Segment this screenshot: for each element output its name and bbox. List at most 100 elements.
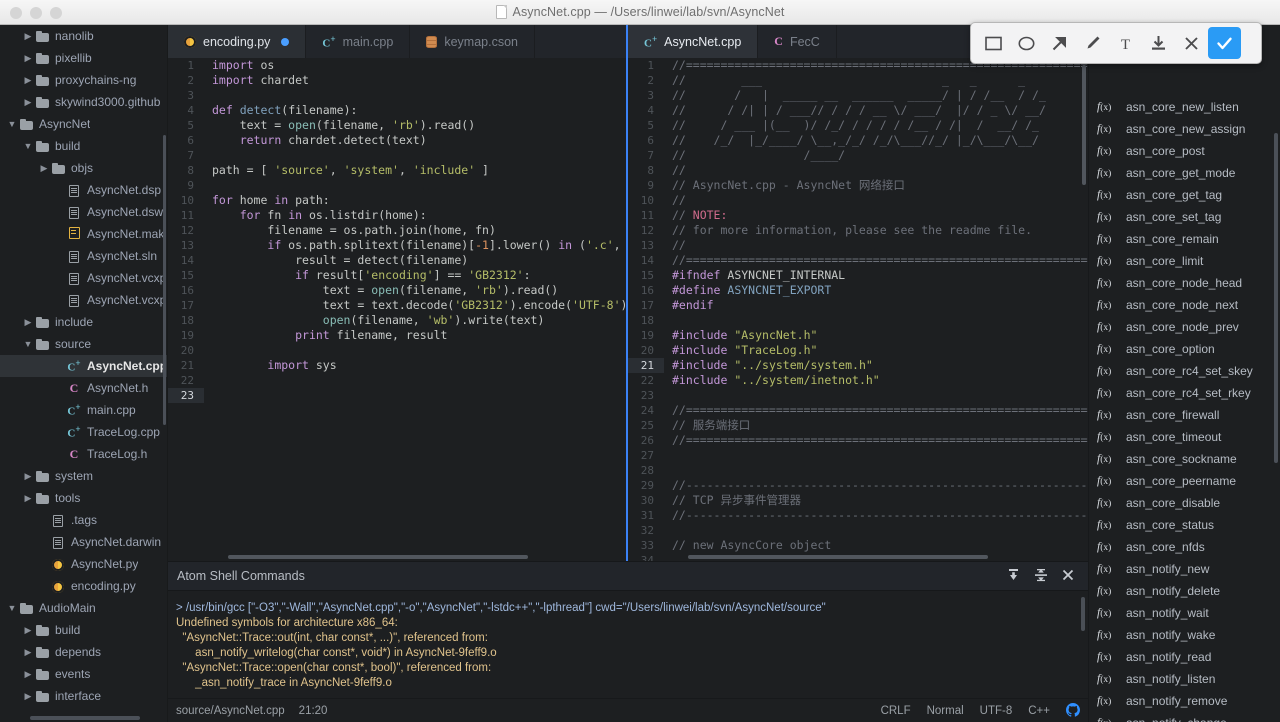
close-icon[interactable] (1062, 569, 1074, 583)
symbols-scrollbar[interactable] (1274, 133, 1278, 463)
symbol-item-asn_core_status[interactable]: f(x) asn_core_status (1089, 514, 1280, 536)
symbol-item-asn_core_rc4_set_rkey[interactable]: f(x) asn_core_rc4_set_rkey (1089, 382, 1280, 404)
tree-item-skywind3000-github[interactable]: ▶ skywind3000.github (0, 91, 167, 113)
status-encoding[interactable]: UTF-8 (980, 705, 1013, 717)
tab-encoding-py[interactable]: encoding.py (168, 25, 307, 58)
chevron-right-icon[interactable]: ▶ (22, 625, 34, 635)
chevron-down-icon[interactable]: ▼ (6, 119, 18, 129)
panel-actions[interactable] (1007, 568, 1080, 584)
octocat-icon[interactable] (1066, 702, 1081, 719)
tree-item-include[interactable]: ▶ include (0, 311, 167, 333)
code-editor-left[interactable]: 1 import os 2 import chardet 3 4 def detect(fi… (168, 58, 626, 561)
tree-item-asyncnet-mak[interactable]: ▶AsyncNet.mak (0, 223, 167, 245)
tree-item-asyncnet-sln[interactable]: ▶AsyncNet.sln (0, 245, 167, 267)
chevron-right-icon[interactable]: ▶ (22, 31, 34, 41)
tree-item-system[interactable]: ▶ system (0, 465, 167, 487)
panel-scrollbar[interactable] (1081, 597, 1085, 631)
symbol-item-asn_core_get_tag[interactable]: f(x) asn_core_get_tag (1089, 184, 1280, 206)
unfold-icon[interactable] (1007, 568, 1020, 584)
symbol-item-asn_core_new_listen[interactable]: f(x) asn_core_new_listen (1089, 96, 1280, 118)
sketch-tool[interactable] (1076, 27, 1109, 59)
tree-item-tools[interactable]: ▶ tools (0, 487, 167, 509)
tab-keymap-cson[interactable]: keymap.cson (410, 25, 535, 58)
symbol-item-asn_core_sockname[interactable]: f(x) asn_core_sockname (1089, 448, 1280, 470)
close-tool[interactable] (1175, 27, 1208, 59)
done-tool[interactable] (1208, 27, 1241, 59)
symbol-item-asn_core_rc4_set_skey[interactable]: f(x) asn_core_rc4_set_skey (1089, 360, 1280, 382)
tree-item-asyncnet-dsp[interactable]: ▶AsyncNet.dsp (0, 179, 167, 201)
tab-asyncnet-cpp[interactable]: C+ AsyncNet.cpp (628, 25, 759, 58)
status-file-path[interactable]: source/AsyncNet.cpp (176, 705, 285, 717)
symbol-item-asn_notify_delete[interactable]: f(x) asn_notify_delete (1089, 580, 1280, 602)
chevron-right-icon[interactable]: ▶ (22, 53, 34, 63)
chevron-right-icon[interactable]: ▶ (22, 691, 34, 701)
tree-item-asyncnet-vcxpro[interactable]: ▶AsyncNet.vcxpro (0, 289, 167, 311)
chevron-right-icon[interactable]: ▶ (22, 75, 34, 85)
chevron-right-icon[interactable]: ▶ (22, 97, 34, 107)
status-cursor-position[interactable]: 21:20 (299, 705, 328, 717)
symbol-item-asn_notify_remove[interactable]: f(x) asn_notify_remove (1089, 690, 1280, 712)
zoom-window-button[interactable] (50, 7, 62, 19)
tab-fecc[interactable]: C FecC (758, 25, 837, 58)
symbol-item-asn_core_option[interactable]: f(x) asn_core_option (1089, 338, 1280, 360)
chevron-down-icon[interactable]: ▼ (6, 603, 18, 613)
tabbar-left[interactable]: encoding.py C+ main.cpp keymap.cson (168, 25, 626, 58)
symbol-item-asn_core_set_tag[interactable]: f(x) asn_core_set_tag (1089, 206, 1280, 228)
chevron-right-icon[interactable]: ▶ (22, 317, 34, 327)
window-traffic-lights[interactable] (10, 7, 62, 19)
symbol-item-asn_core_nfds[interactable]: f(x) asn_core_nfds (1089, 536, 1280, 558)
symbol-item-asn_notify_read[interactable]: f(x) asn_notify_read (1089, 646, 1280, 668)
tree-item-asyncnet-dsw[interactable]: ▶AsyncNet.dsw (0, 201, 167, 223)
symbol-item-asn_core_post[interactable]: f(x) asn_core_post (1089, 140, 1280, 162)
tree-item-depends[interactable]: ▶ depends (0, 641, 167, 663)
tab-main-cpp[interactable]: C+ main.cpp (306, 25, 411, 58)
symbol-item-asn_core_disable[interactable]: f(x) asn_core_disable (1089, 492, 1280, 514)
chevron-right-icon[interactable]: ▶ (22, 647, 34, 657)
tree-item-build[interactable]: ▼ build (0, 135, 167, 157)
tree-item-audiomain[interactable]: ▼ AudioMain (0, 597, 167, 619)
symbol-item-asn_core_node_head[interactable]: f(x) asn_core_node_head (1089, 272, 1280, 294)
minimize-window-button[interactable] (30, 7, 42, 19)
chevron-right-icon[interactable]: ▶ (22, 471, 34, 481)
chevron-right-icon[interactable]: ▶ (22, 493, 34, 503)
symbol-item-asn_notify_wake[interactable]: f(x) asn_notify_wake (1089, 624, 1280, 646)
status-mode[interactable]: Normal (927, 705, 964, 717)
tree-item-tracelog-h[interactable]: ▶CTraceLog.h (0, 443, 167, 465)
editor-right-horizontal-scrollbar[interactable] (688, 555, 988, 559)
ellipse-tool[interactable] (1010, 27, 1043, 59)
screenshot-markup-toolbar[interactable]: T (970, 22, 1262, 64)
tree-item-nanolib[interactable]: ▶ nanolib (0, 25, 167, 47)
symbol-item-asn_core_firewall[interactable]: f(x) asn_core_firewall (1089, 404, 1280, 426)
tree-item-objs[interactable]: ▶ objs (0, 157, 167, 179)
tree-item-interface[interactable]: ▶ interface (0, 685, 167, 707)
tree-view-horizontal-scrollbar[interactable] (30, 716, 140, 720)
chevron-down-icon[interactable]: ▼ (22, 339, 34, 349)
close-window-button[interactable] (10, 7, 22, 19)
symbol-item-asn_core_peername[interactable]: f(x) asn_core_peername (1089, 470, 1280, 492)
tree-item-events[interactable]: ▶ events (0, 663, 167, 685)
save-tool[interactable] (1142, 27, 1175, 59)
tree-item-asyncnet-h[interactable]: ▶CAsyncNet.h (0, 377, 167, 399)
text-tool[interactable]: T (1109, 27, 1142, 59)
chevron-right-icon[interactable]: ▶ (22, 669, 34, 679)
tree-item-asyncnet[interactable]: ▼ AsyncNet (0, 113, 167, 135)
rectangle-tool[interactable] (977, 27, 1010, 59)
tree-item-source[interactable]: ▼ source (0, 333, 167, 355)
symbol-item-asn_core_node_prev[interactable]: f(x) asn_core_node_prev (1089, 316, 1280, 338)
symbol-item-asn_notify_change[interactable]: f(x) asn_notify_change (1089, 712, 1280, 722)
tree-item-asyncnet-py[interactable]: ▶AsyncNet.py (0, 553, 167, 575)
symbol-item-asn_notify_listen[interactable]: f(x) asn_notify_listen (1089, 668, 1280, 690)
tab-modified-indicator[interactable] (281, 37, 290, 46)
tree-item-asyncnet-darwin[interactable]: ▶AsyncNet.darwin (0, 531, 167, 553)
tree-item-asyncnet-cpp[interactable]: ▶C+AsyncNet.cpp (0, 355, 167, 377)
tree-item-encoding-py[interactable]: ▶encoding.py (0, 575, 167, 597)
tree-item--tags[interactable]: ▶.tags (0, 509, 167, 531)
symbol-item-asn_notify_new[interactable]: f(x) asn_notify_new (1089, 558, 1280, 580)
symbols-panel[interactable]: f(x) asn_core_new_listen f(x) asn_core_new_… (1088, 25, 1280, 722)
chevron-down-icon[interactable]: ▼ (22, 141, 34, 151)
symbol-item-asn_core_new_assign[interactable]: f(x) asn_core_new_assign (1089, 118, 1280, 140)
symbol-item-asn_notify_wait[interactable]: f(x) asn_notify_wait (1089, 602, 1280, 624)
symbol-item-asn_core_get_mode[interactable]: f(x) asn_core_get_mode (1089, 162, 1280, 184)
status-grammar[interactable]: C++ (1028, 705, 1050, 717)
panel-output[interactable]: > /usr/bin/gcc ["-O3","-Wall","AsyncNet.… (168, 591, 1088, 698)
